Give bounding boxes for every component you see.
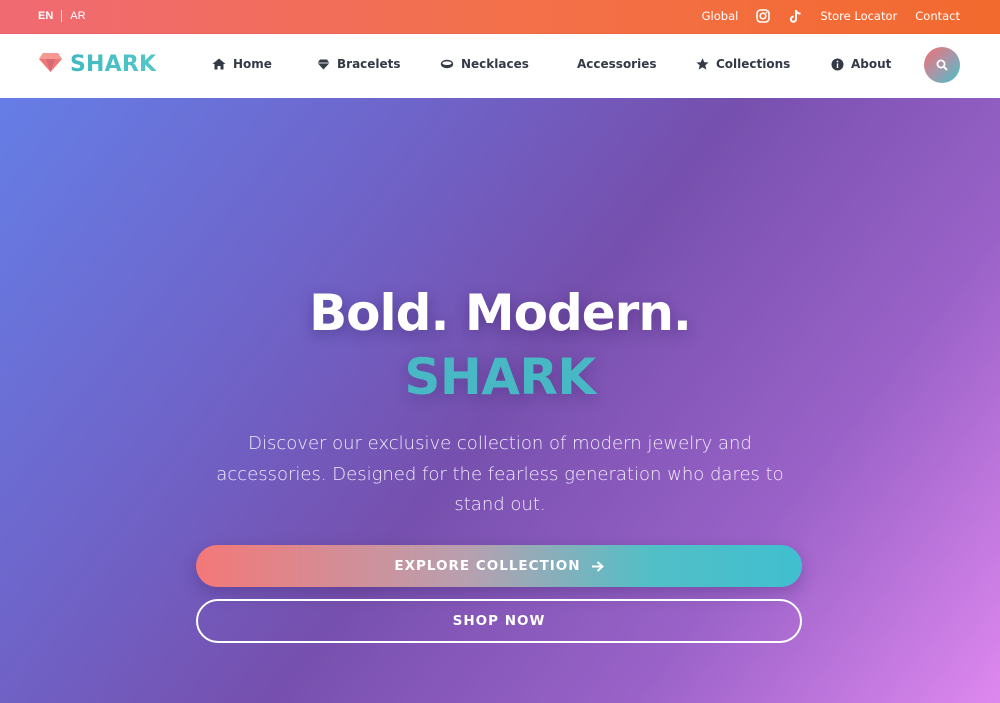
shop-now-label: SHOP NOW <box>452 613 546 629</box>
search-button[interactable] <box>924 47 960 83</box>
hero-brand: SHARK <box>404 348 596 406</box>
nav-accessories[interactable]: Accessories <box>577 57 657 71</box>
explore-collection-label: EXPLORE COLLECTION <box>394 558 581 574</box>
hero-title: Bold. Modern. <box>309 284 692 342</box>
home-icon <box>212 58 226 70</box>
search-icon <box>936 56 948 75</box>
info-icon <box>831 58 844 71</box>
nav-about[interactable]: About <box>831 57 891 71</box>
contact-link[interactable]: Contact <box>915 9 960 23</box>
language-switcher: EN AR <box>38 10 86 22</box>
gem-logo-icon <box>38 52 63 77</box>
lang-ar[interactable]: AR <box>70 10 85 22</box>
instagram-icon[interactable] <box>756 8 771 24</box>
hero-description: Discover our exclusive collection of mod… <box>216 433 784 515</box>
global-link[interactable]: Global <box>702 9 739 23</box>
lang-en[interactable]: EN <box>38 10 53 22</box>
main-navbar: SHARK Home Bracelets Necklaces Accessori… <box>0 34 1000 98</box>
brand-name: SHARK <box>70 52 157 77</box>
nav-about-label: About <box>851 57 892 71</box>
tiktok-icon[interactable] <box>788 8 802 24</box>
lang-divider <box>61 10 63 22</box>
brand-logo[interactable]: SHARK <box>38 52 156 77</box>
top-bar: EN AR Global Store Locator Contact <box>0 0 1000 34</box>
diamond-icon <box>317 59 330 70</box>
explore-collection-button[interactable]: EXPLORE COLLECTION <box>196 545 802 587</box>
ring-icon <box>440 59 454 69</box>
top-links: Global Store Locator Contact <box>684 8 960 24</box>
nav-bracelets-label: Bracelets <box>337 57 401 71</box>
star-icon <box>696 58 709 70</box>
hero-section: Bold. Modern. SHARK Discover our exclusi… <box>0 98 1000 703</box>
nav-accessories-label: Accessories <box>577 57 657 71</box>
nav-bracelets[interactable]: Bracelets <box>317 57 401 71</box>
shop-now-button[interactable]: SHOP NOW <box>196 599 802 643</box>
nav-home[interactable]: Home <box>212 57 272 71</box>
nav-necklaces[interactable]: Necklaces <box>440 57 529 71</box>
nav-collections[interactable]: Collections <box>696 57 790 71</box>
store-locator-link[interactable]: Store Locator <box>820 9 897 23</box>
nav-necklaces-label: Necklaces <box>461 57 529 71</box>
nav-home-label: Home <box>233 57 272 71</box>
nav-collections-label: Collections <box>716 57 791 71</box>
arrow-right-icon <box>591 560 604 572</box>
